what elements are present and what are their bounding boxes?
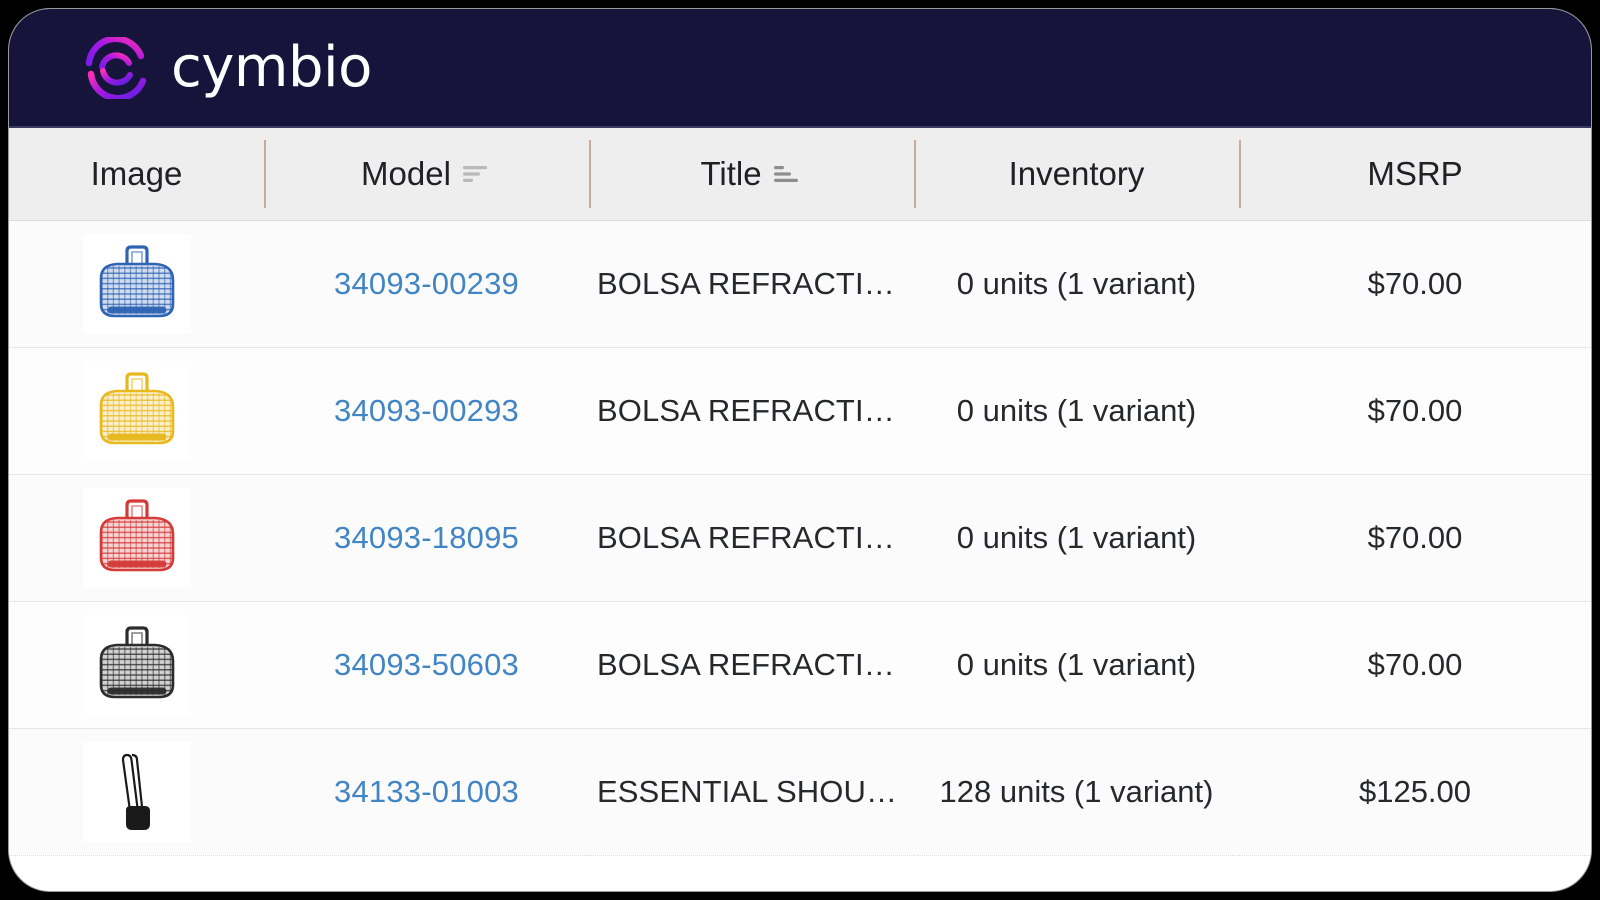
product-title: BOLSA REFRACTION II	[597, 392, 914, 428]
cell-image	[9, 727, 264, 856]
product-thumbnail[interactable]	[82, 360, 191, 461]
cell-inventory: 0 units (1 variant)	[914, 473, 1239, 602]
column-header-title[interactable]: Title	[589, 128, 914, 221]
cell-title: BOLSA REFRACTION II	[589, 473, 914, 602]
table-header-row: Image Model Title Inventory MSRP	[9, 128, 1591, 221]
table-body: 34093-00239 BOLSA REFRACTION II 0 units …	[9, 220, 1591, 856]
cell-model: 34093-00293	[264, 346, 589, 475]
model-link[interactable]: 34133-01003	[334, 774, 519, 809]
cell-title: BOLSA REFRACTION II	[589, 346, 914, 475]
products-table: Image Model Title Inventory MSRP 34093-0…	[9, 128, 1591, 856]
cymbio-double-arc-logo-icon	[85, 36, 147, 99]
column-header-model[interactable]: Model	[264, 128, 589, 221]
product-title: ESSENTIAL SHOULDER...	[597, 773, 914, 809]
cell-image	[9, 346, 264, 475]
table-row[interactable]: 34093-50603 BOLSA REFRACTION II 0 units …	[9, 600, 1591, 729]
model-link[interactable]: 34093-00293	[334, 393, 519, 428]
table-row[interactable]: 34093-00239 BOLSA REFRACTION II 0 units …	[9, 220, 1591, 348]
column-header-inventory-label: Inventory	[1008, 154, 1145, 192]
cell-title: BOLSA REFRACTION II	[589, 220, 914, 348]
table-row[interactable]: 34093-18095 BOLSA REFRACTION II 0 units …	[9, 473, 1591, 602]
product-title: BOLSA REFRACTION II	[597, 646, 914, 682]
cell-image	[9, 220, 264, 348]
cell-image	[9, 473, 264, 602]
table-row[interactable]: 34133-01003 ESSENTIAL SHOULDER... 128 un…	[9, 727, 1591, 856]
product-thumbnail[interactable]	[82, 614, 191, 715]
inventory-text: 128 units (1 variant)	[939, 773, 1214, 809]
model-link[interactable]: 34093-18095	[334, 520, 519, 555]
column-header-inventory[interactable]: Inventory	[914, 128, 1239, 221]
cell-inventory: 0 units (1 variant)	[914, 600, 1239, 729]
inventory-text: 0 units (1 variant)	[956, 519, 1197, 555]
inventory-text: 0 units (1 variant)	[956, 265, 1197, 301]
cell-title: ESSENTIAL SHOULDER...	[589, 727, 914, 856]
cell-image	[9, 600, 264, 729]
cell-model: 34093-00239	[264, 220, 589, 348]
table-row[interactable]: 34093-00293 BOLSA REFRACTION II 0 units …	[9, 346, 1591, 475]
cell-msrp: $70.00	[1239, 473, 1591, 602]
cell-title: BOLSA REFRACTION II	[589, 600, 914, 729]
column-header-msrp[interactable]: MSRP	[1239, 128, 1591, 221]
brand-wordmark: cymbio	[171, 34, 372, 100]
msrp-text: $70.00	[1367, 646, 1463, 682]
sort-ascending-icon[interactable]	[773, 163, 803, 185]
msrp-text: $125.00	[1358, 773, 1472, 809]
msrp-text: $70.00	[1367, 519, 1463, 555]
table-header: Image Model Title Inventory MSRP	[9, 128, 1591, 221]
brand-logo[interactable]: cymbio	[83, 34, 372, 100]
cell-msrp: $70.00	[1239, 600, 1591, 729]
model-link[interactable]: 34093-00239	[334, 266, 519, 301]
cell-msrp: $70.00	[1239, 346, 1591, 475]
product-thumbnail[interactable]	[82, 741, 191, 842]
cell-inventory: 128 units (1 variant)	[914, 727, 1239, 856]
product-thumbnail[interactable]	[82, 487, 191, 588]
sort-descending-icon[interactable]	[462, 163, 492, 185]
cell-inventory: 0 units (1 variant)	[914, 346, 1239, 475]
app-root: cymbio Image Model Title Inventory MSRP …	[0, 0, 1600, 900]
cell-model: 34093-50603	[264, 600, 589, 729]
model-link[interactable]: 34093-50603	[334, 647, 519, 682]
column-header-model-label: Model	[361, 154, 451, 192]
column-header-title-label: Title	[700, 154, 762, 192]
cell-inventory: 0 units (1 variant)	[914, 220, 1239, 348]
msrp-text: $70.00	[1367, 392, 1463, 428]
column-header-msrp-label: MSRP	[1367, 154, 1463, 192]
column-header-image-label: Image	[90, 154, 183, 192]
cell-model: 34133-01003	[264, 727, 589, 856]
column-header-image[interactable]: Image	[9, 128, 264, 221]
catalog-card: cymbio Image Model Title Inventory MSRP …	[8, 8, 1592, 892]
inventory-text: 0 units (1 variant)	[956, 392, 1197, 428]
product-title: BOLSA REFRACTION II	[597, 265, 914, 301]
cell-msrp: $70.00	[1239, 220, 1591, 348]
cell-msrp: $125.00	[1239, 727, 1591, 856]
brand-header-bar: cymbio	[9, 9, 1591, 128]
inventory-text: 0 units (1 variant)	[956, 646, 1197, 682]
cell-model: 34093-18095	[264, 473, 589, 602]
product-title: BOLSA REFRACTION II	[597, 519, 914, 555]
product-thumbnail[interactable]	[82, 233, 191, 334]
msrp-text: $70.00	[1367, 265, 1463, 301]
